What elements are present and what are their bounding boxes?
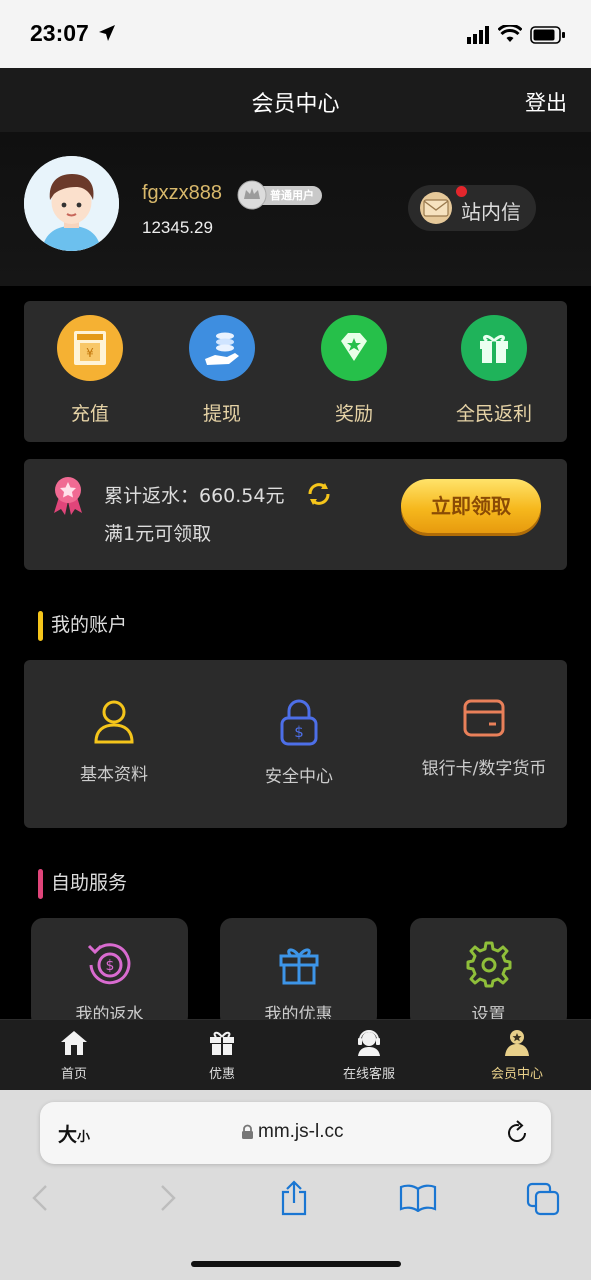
battery-icon xyxy=(530,26,565,44)
section-accent-bar xyxy=(38,869,43,899)
rewards-button[interactable]: 奖励 xyxy=(294,315,414,426)
signal-icon xyxy=(467,26,489,44)
url-text: mm.js-l.cc xyxy=(258,1121,344,1142)
tab-home-label: 首页 xyxy=(60,1067,87,1082)
security-center-button[interactable]: $ 安全中心 xyxy=(209,698,389,787)
back-icon[interactable] xyxy=(30,1184,50,1212)
svg-text:$: $ xyxy=(105,958,114,974)
account-section-title: 我的账户 xyxy=(38,610,128,641)
rebate-card: 累计返水：660.54元 满1元可领取 立即领取 xyxy=(24,459,567,570)
envelope-icon xyxy=(420,192,452,224)
security-center-label: 安全中心 xyxy=(265,767,333,787)
avatar[interactable] xyxy=(24,156,119,251)
page-header: 会员中心 登出 xyxy=(0,68,591,132)
member-level-badge: 普通用户 xyxy=(236,180,324,210)
referral-rebate-label: 全民返利 xyxy=(455,403,532,425)
profile-info-button[interactable]: 基本资料 xyxy=(24,698,204,785)
claim-rebate-button[interactable]: 立即领取 xyxy=(401,479,541,533)
withdraw-label: 提现 xyxy=(202,403,241,425)
text-size-large-label: 大 xyxy=(58,1124,78,1146)
home-indicator xyxy=(191,1261,401,1267)
gear-icon xyxy=(466,941,511,988)
diamond-icon xyxy=(321,315,387,381)
claim-rebate-label: 立即领取 xyxy=(431,494,511,518)
tab-member-center[interactable]: 会员中心 xyxy=(457,1028,577,1082)
tab-customer-service-label: 在线客服 xyxy=(342,1067,395,1082)
atm-card-icon: ¥ xyxy=(57,315,123,381)
address-bar[interactable]: 大小 mm.js-l.cc xyxy=(40,1102,551,1164)
award-ribbon-icon xyxy=(54,477,82,515)
refresh-icon[interactable] xyxy=(306,481,332,507)
withdraw-button[interactable]: 提现 xyxy=(162,315,282,426)
account-balance: 12345.29 xyxy=(142,218,213,237)
headset-icon xyxy=(358,1030,380,1056)
service-section-label: 自助服务 xyxy=(51,872,128,894)
bookmarks-icon[interactable] xyxy=(399,1184,437,1212)
user-icon xyxy=(94,700,134,744)
tabs-icon[interactable] xyxy=(526,1182,560,1216)
home-icon xyxy=(61,1031,87,1055)
referral-rebate-button[interactable]: 全民返利 xyxy=(434,315,554,426)
username: fgxzx888 xyxy=(142,182,223,204)
my-rebate-tile[interactable]: $ 我的返水 xyxy=(31,918,188,1028)
rebate-dollar-icon: $ xyxy=(87,943,130,985)
location-arrow-icon xyxy=(99,25,115,41)
my-promotions-tile[interactable]: 我的优惠 xyxy=(220,918,377,1028)
quick-actions-panel: ¥ 充值 提现 奖励 全民返利 xyxy=(24,301,567,442)
tab-member-center-label: 会员中心 xyxy=(490,1067,543,1082)
wifi-icon xyxy=(498,25,522,42)
bank-card-label: 银行卡/数字货币 xyxy=(421,759,547,779)
text-size-button[interactable]: 大小 xyxy=(58,1120,90,1147)
tab-promotions-label: 优惠 xyxy=(208,1067,235,1082)
avatar-boy-icon xyxy=(24,156,119,251)
coin-hand-icon xyxy=(189,315,255,381)
gift-icon xyxy=(279,948,318,985)
account-section-label: 我的账户 xyxy=(51,614,128,636)
forward-icon[interactable] xyxy=(158,1184,178,1212)
rewards-label: 奖励 xyxy=(334,403,373,425)
tab-promotions[interactable]: 优惠 xyxy=(162,1028,282,1082)
page-title: 会员中心 xyxy=(251,92,340,117)
status-time: 23:07 xyxy=(30,20,89,46)
settings-tile[interactable]: 设置 xyxy=(410,918,567,1028)
gift-icon xyxy=(210,1031,234,1055)
browser-chrome: 大小 mm.js-l.cc xyxy=(0,1090,591,1280)
deposit-label: 充值 xyxy=(70,403,109,425)
status-bar: 23:07 xyxy=(0,0,591,68)
gift-icon xyxy=(461,315,527,381)
bank-card-button[interactable]: 银行卡/数字货币 xyxy=(394,698,574,779)
member-level-label: 普通用户 xyxy=(270,189,314,202)
service-section-title: 自助服务 xyxy=(38,868,128,899)
section-accent-bar xyxy=(38,611,43,641)
deposit-button[interactable]: ¥ 充值 xyxy=(30,315,150,426)
reload-icon[interactable] xyxy=(506,1120,530,1146)
svg-text:¥: ¥ xyxy=(86,346,94,360)
tab-home[interactable]: 首页 xyxy=(14,1028,134,1082)
bottom-tab-bar: 首页 优惠 在线客服 会员中心 xyxy=(0,1019,591,1090)
tab-customer-service[interactable]: 在线客服 xyxy=(309,1028,429,1082)
member-icon xyxy=(505,1030,529,1056)
lock-icon: $ xyxy=(280,699,318,746)
svg-text:$: $ xyxy=(294,723,304,741)
lock-icon xyxy=(242,1124,253,1139)
inbox-button[interactable]: 站内信 xyxy=(408,185,536,231)
text-size-small-label: 小 xyxy=(77,1130,91,1145)
rebate-minimum: 满1元可领取 xyxy=(104,523,212,545)
rebate-total: 累计返水：660.54元 xyxy=(104,485,285,507)
logout-button[interactable]: 登出 xyxy=(525,87,567,117)
card-icon xyxy=(463,699,505,737)
profile-info-label: 基本资料 xyxy=(80,765,148,785)
profile-section: fgxzx888 普通用户 12345.29 站内信 xyxy=(0,132,591,286)
share-icon[interactable] xyxy=(279,1180,309,1216)
inbox-label: 站内信 xyxy=(461,200,521,224)
account-panel: 基本资料 $ 安全中心 银行卡/数字货币 xyxy=(24,660,567,828)
